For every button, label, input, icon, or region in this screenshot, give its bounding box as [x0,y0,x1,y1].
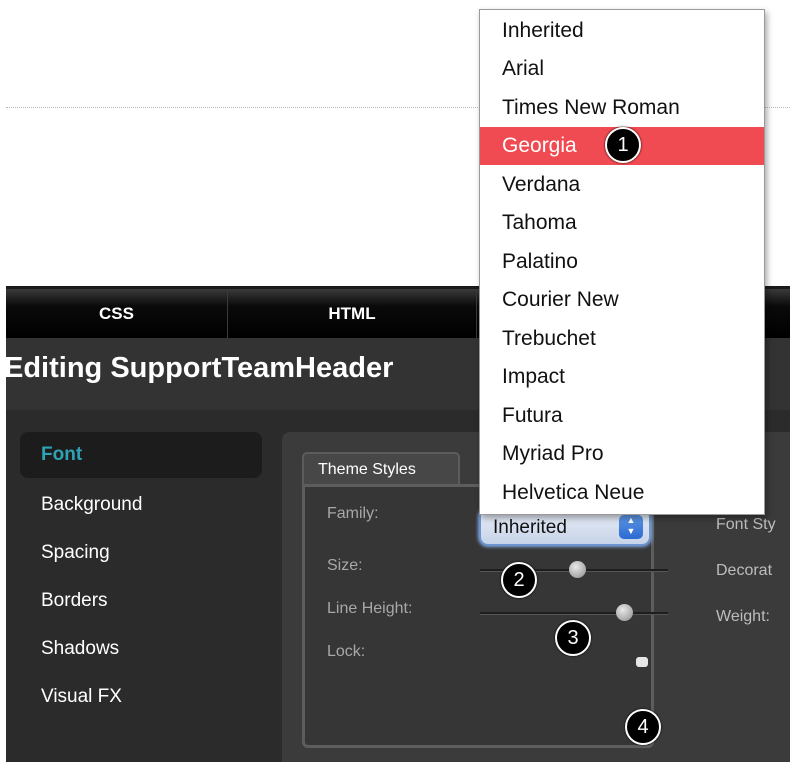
decoration-label: Decorat [716,562,773,579]
sidebar-item-font[interactable]: Font [20,432,262,478]
sidebar-item-shadows[interactable]: Shadows [20,626,262,672]
font-option-times-new-roman[interactable]: Times New Roman [480,89,764,127]
size-label: Size: [327,557,363,574]
font-option-helvetica-neue[interactable]: Helvetica Neue [480,474,764,512]
font-style-label: Font Sty [716,516,776,533]
lock-checkbox[interactable] [636,657,648,667]
font-option-arial[interactable]: Arial [480,50,764,88]
tab-css[interactable]: CSS [6,289,228,338]
step-marker-1: 1 [605,127,641,163]
font-option-impact[interactable]: Impact [480,358,764,396]
font-family-value: Inherited [493,517,567,538]
sidebar-item-spacing[interactable]: Spacing [20,530,262,576]
weight-label: Weight: [716,608,770,625]
size-slider-knob[interactable] [569,561,586,578]
line-height-slider-knob[interactable] [616,604,633,621]
step-marker-3: 3 [555,620,591,656]
font-option-tahoma[interactable]: Tahoma [480,204,764,242]
font-option-verdana[interactable]: Verdana [480,166,764,204]
line-height-label: Line Height: [327,600,413,617]
sidebar-item-visual-fx[interactable]: Visual FX [20,674,262,720]
line-height-slider[interactable] [480,612,668,615]
sidebar-item-borders[interactable]: Borders [20,578,262,624]
theme-styles-tab[interactable]: Theme Styles [302,452,460,486]
theme-styles-group: Family: Inherited ▲ ▼ Size: Line Height: … [302,484,668,748]
page-title: Editing SupportTeamHeader [6,352,394,384]
step-marker-4: 4 [625,709,661,745]
tab-html[interactable]: HTML [228,289,477,338]
family-label: Family: [327,505,379,522]
font-option-futura[interactable]: Futura [480,397,764,435]
font-option-trebuchet[interactable]: Trebuchet [480,320,764,358]
font-family-dropdown: Inherited Arial Times New Roman Georgia … [479,9,765,515]
select-arrows-icon: ▲ ▼ [619,515,643,539]
sidebar-item-background[interactable]: Background [20,482,262,528]
font-option-inherited[interactable]: Inherited [480,12,764,50]
font-option-myriad-pro[interactable]: Myriad Pro [480,435,764,473]
step-marker-2: 2 [501,562,537,598]
font-option-palatino[interactable]: Palatino [480,243,764,281]
font-option-courier-new[interactable]: Courier New [480,281,764,319]
lock-label: Lock: [327,643,366,660]
